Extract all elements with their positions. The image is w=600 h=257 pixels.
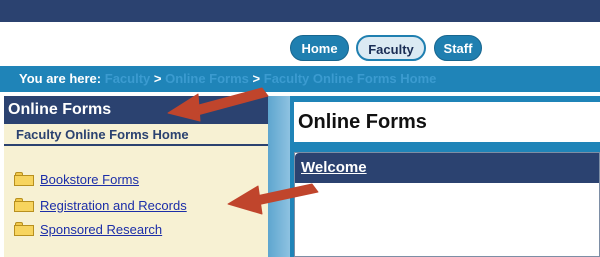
sidebar-title: Online Forms [4, 96, 268, 124]
tab-faculty[interactable]: Faculty [356, 35, 426, 61]
sidebar-item-registration-and-records[interactable]: Registration and Records [14, 196, 254, 214]
folder-icon [14, 198, 34, 212]
sidebar-item-label[interactable]: Bookstore Forms [40, 172, 139, 187]
sidebar-item-sponsored-research[interactable]: Sponsored Research [14, 220, 254, 238]
breadcrumb-separator: > [153, 71, 162, 86]
tab-staff[interactable]: Staff [434, 35, 482, 61]
breadcrumb-link-online-forms[interactable]: Online Forms [165, 71, 249, 86]
sidebar-item-bookstore-forms[interactable]: Bookstore Forms [14, 170, 254, 188]
breadcrumb-label: You are here: [19, 71, 102, 86]
welcome-panel: Welcome [294, 152, 600, 257]
sidebar-divider [268, 96, 290, 257]
main-content: Online Forms Welcome [290, 96, 600, 257]
top-banner [0, 0, 600, 22]
welcome-heading[interactable]: Welcome [295, 153, 599, 183]
breadcrumb-separator: > [252, 71, 261, 86]
breadcrumb-link-faculty-online-forms-home[interactable]: Faculty Online Forms Home [264, 71, 437, 86]
page-title: Online Forms [294, 102, 600, 142]
sidebar-home-link[interactable]: Faculty Online Forms Home [4, 124, 268, 146]
breadcrumb: You are here: Faculty > Online Forms > F… [0, 66, 600, 92]
sidebar-item-label[interactable]: Registration and Records [40, 198, 187, 213]
sidebar-item-label[interactable]: Sponsored Research [40, 222, 162, 237]
folder-icon [14, 172, 34, 186]
tab-home[interactable]: Home [290, 35, 349, 61]
sidebar: Online Forms Faculty Online Forms Home B… [4, 96, 268, 257]
folder-icon [14, 222, 34, 236]
breadcrumb-link-faculty[interactable]: Faculty [105, 71, 151, 86]
